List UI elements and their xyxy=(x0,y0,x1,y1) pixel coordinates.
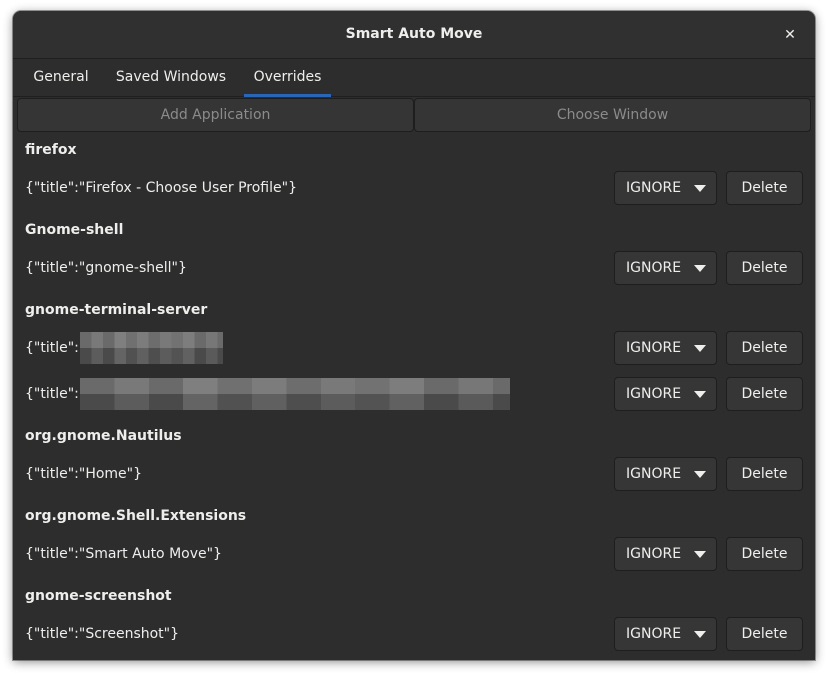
chevron-down-icon xyxy=(694,631,706,638)
override-rule-text: {"title":"gnome-shell"} xyxy=(25,260,187,276)
add-application-button[interactable]: Add Application xyxy=(17,98,414,132)
action-dropdown-value: IGNORE xyxy=(626,260,682,276)
group-title: org.gnome.Nautilus xyxy=(25,428,182,444)
title-bar: Smart Auto Move ✕ xyxy=(13,11,815,59)
action-dropdown[interactable]: IGNORE xyxy=(614,251,717,285)
override-rule-text: {"title":"Smart Auto Move"} xyxy=(25,546,222,562)
delete-button[interactable]: Delete xyxy=(726,457,803,491)
override-rule-text: {"title":"Screenshot"} xyxy=(25,626,180,642)
action-dropdown[interactable]: IGNORE xyxy=(614,537,717,571)
group-title: gnome-screenshot xyxy=(25,588,172,604)
delete-button[interactable]: Delete xyxy=(726,377,803,411)
tab-saved-windows[interactable]: Saved Windows xyxy=(109,59,233,96)
choose-window-button[interactable]: Choose Window xyxy=(414,98,811,132)
delete-button[interactable]: Delete xyxy=(726,171,803,205)
action-dropdown[interactable]: IGNORE xyxy=(614,377,717,411)
redacted-title-block xyxy=(79,378,510,410)
chevron-down-icon xyxy=(694,345,706,352)
app-window: Smart Auto Move ✕ General Saved Windows … xyxy=(13,11,815,660)
chevron-down-icon xyxy=(694,265,706,272)
override-rule-text: {"title":"Firefox - Choose User Profile"… xyxy=(25,180,297,196)
close-icon: ✕ xyxy=(784,27,796,43)
action-dropdown-value: IGNORE xyxy=(626,180,682,196)
delete-button[interactable]: Delete xyxy=(726,251,803,285)
action-dropdown-value: IGNORE xyxy=(626,466,682,482)
chevron-down-icon xyxy=(694,185,706,192)
chevron-down-icon xyxy=(694,471,706,478)
delete-button[interactable]: Delete xyxy=(726,537,803,571)
window-title: Smart Auto Move xyxy=(345,26,483,42)
action-dropdown[interactable]: IGNORE xyxy=(614,171,717,205)
group-title: gnome-terminal-server xyxy=(25,302,208,318)
delete-button[interactable]: Delete xyxy=(726,331,803,365)
override-rule-text: {"title": xyxy=(25,332,223,364)
action-dropdown[interactable]: IGNORE xyxy=(614,457,717,491)
tab-bar: General Saved Windows Overrides xyxy=(13,59,815,97)
action-dropdown-value: IGNORE xyxy=(626,340,682,356)
group-title: Gnome-shell xyxy=(25,222,124,238)
override-rule-text: {"title":"Home"} xyxy=(25,466,143,482)
action-dropdown[interactable]: IGNORE xyxy=(614,617,717,651)
action-dropdown[interactable]: IGNORE xyxy=(614,331,717,365)
chevron-down-icon xyxy=(694,391,706,398)
close-button[interactable]: ✕ xyxy=(779,24,801,46)
action-dropdown-value: IGNORE xyxy=(626,386,682,402)
redacted-title-block xyxy=(79,332,223,364)
override-rule-text: {"title": xyxy=(25,378,510,410)
group-title: org.gnome.Shell.Extensions xyxy=(25,508,247,524)
delete-button[interactable]: Delete xyxy=(726,617,803,651)
tab-general[interactable]: General xyxy=(25,59,97,96)
group-title: firefox xyxy=(25,142,77,158)
tab-overrides[interactable]: Overrides xyxy=(244,59,331,97)
chevron-down-icon xyxy=(694,551,706,558)
action-dropdown-value: IGNORE xyxy=(626,626,682,642)
action-dropdown-value: IGNORE xyxy=(626,546,682,562)
